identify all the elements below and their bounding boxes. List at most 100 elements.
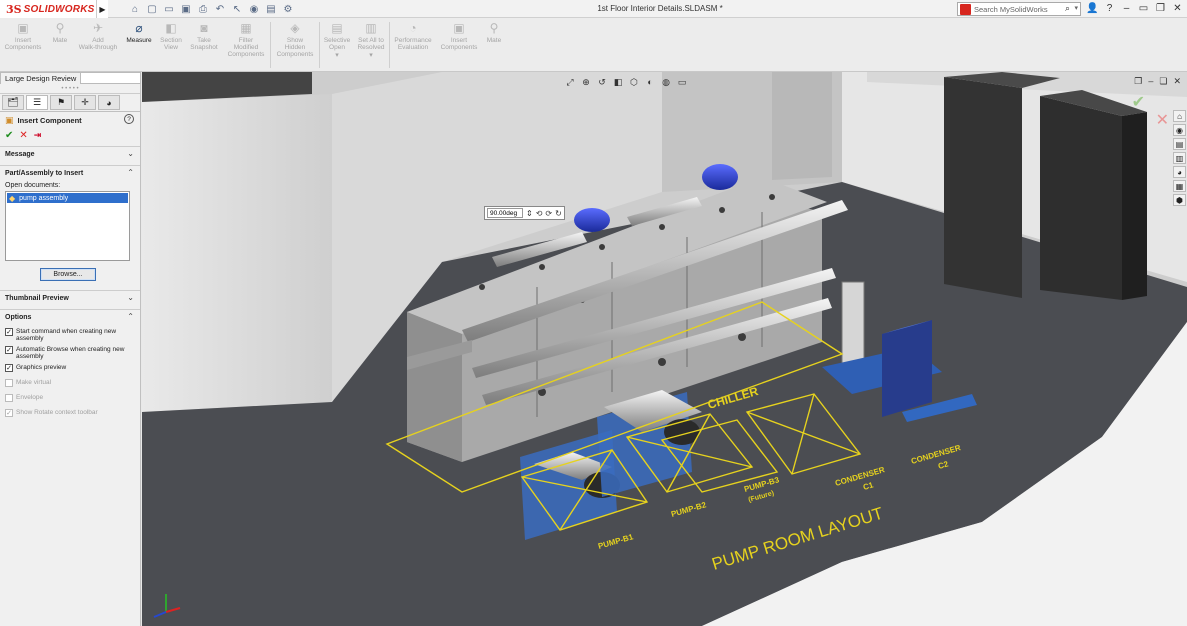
- property-manager-tab-icon[interactable]: ☰: [26, 95, 48, 110]
- rotate-z-icon[interactable]: ↻: [555, 209, 562, 218]
- configuration-manager-tab-icon[interactable]: ⚑: [50, 95, 72, 110]
- file-explorer-tab-icon[interactable]: ▥: [1173, 152, 1186, 164]
- solidworks-logo[interactable]: 3S SOLIDWORKS: [0, 0, 96, 18]
- pushpin-icon[interactable]: ⇥: [34, 130, 42, 141]
- spin-icon[interactable]: ⇕: [526, 209, 533, 218]
- option-make-virtual[interactable]: Make virtual: [0, 379, 140, 387]
- resources-tab-icon[interactable]: ◉: [1173, 124, 1186, 136]
- take-snapshot-button[interactable]: ◙ Take Snapshot: [187, 21, 221, 71]
- section-view-icon[interactable]: ◧: [612, 76, 624, 88]
- previous-view-icon[interactable]: ↺: [596, 76, 608, 88]
- checkbox[interactable]: ✓: [5, 346, 13, 354]
- measure-button[interactable]: ⌀ Measure: [122, 21, 156, 71]
- select-icon[interactable]: ↖: [230, 2, 244, 16]
- chevron-down-icon[interactable]: ▾: [369, 52, 373, 59]
- pin-icon[interactable]: –: [1120, 2, 1133, 15]
- file-props-icon[interactable]: ▤: [264, 2, 278, 16]
- zoom-to-fit-icon[interactable]: ⤢: [564, 76, 576, 88]
- viewport-minimize-icon[interactable]: –: [1148, 76, 1153, 87]
- section-thumbnail[interactable]: Thumbnail Preview ⌄: [0, 290, 140, 305]
- chevron-up-icon[interactable]: ⌃: [127, 312, 134, 321]
- checkbox[interactable]: ✓: [5, 409, 13, 417]
- hide-show-icon[interactable]: ◍: [660, 76, 672, 88]
- new-icon[interactable]: ▢: [145, 2, 159, 16]
- chevron-down-icon[interactable]: ▾: [1074, 4, 1078, 12]
- 3d-content-tab-icon[interactable]: ⬢: [1173, 194, 1186, 206]
- checkbox[interactable]: ✓: [5, 364, 13, 372]
- confirm-cancel-icon[interactable]: ✕: [1156, 110, 1169, 130]
- search-icon[interactable]: ⌕: [1065, 3, 1070, 14]
- save-icon[interactable]: ▣: [179, 2, 193, 16]
- design-library-tab-icon[interactable]: ▤: [1173, 138, 1186, 150]
- appearances-tab-icon[interactable]: ◕: [1173, 166, 1186, 178]
- open-icon[interactable]: ▭: [162, 2, 176, 16]
- option-show-rotate[interactable]: ✓ Show Rotate context toolbar: [0, 409, 140, 417]
- custom-props-tab-icon[interactable]: ▦: [1173, 180, 1186, 192]
- section-view-button[interactable]: ◧ Section View: [156, 21, 186, 71]
- top-pump-2-motor: [702, 164, 738, 190]
- checkbox[interactable]: ✓: [5, 328, 13, 336]
- view-settings-icon[interactable]: ▭: [676, 76, 688, 88]
- set-resolved-button[interactable]: ▥ Set All to Resolved ▾: [354, 21, 388, 71]
- view-orientation-icon[interactable]: ⬡: [628, 76, 640, 88]
- help-icon[interactable]: ?: [124, 114, 134, 124]
- minimize-icon[interactable]: ▭: [1137, 2, 1150, 15]
- selective-open-button[interactable]: ▤ Selective Open ▾: [320, 21, 354, 71]
- menu-expand-arrow-icon[interactable]: ▶: [96, 0, 108, 18]
- undo-icon[interactable]: ↶: [213, 2, 227, 16]
- dimxpert-tab-icon[interactable]: ✛: [74, 95, 96, 110]
- rotate-angle-input[interactable]: [487, 208, 523, 218]
- home-tab-icon[interactable]: ⌂: [1173, 110, 1186, 122]
- feature-manager-tab-icon[interactable]: 🗂: [2, 95, 24, 110]
- checkbox[interactable]: [5, 379, 13, 387]
- mate-button-2[interactable]: ⚲ Mate: [480, 21, 508, 71]
- options-icon[interactable]: ⚙: [281, 2, 295, 16]
- cancel-x-icon[interactable]: ✕: [19, 130, 27, 141]
- filter-modified-button[interactable]: ▦ Filter Modified Components: [224, 21, 268, 71]
- help-icon[interactable]: ?: [1103, 2, 1116, 15]
- performance-evaluation-button[interactable]: ◔ Performance Evaluation: [390, 21, 436, 71]
- list-item[interactable]: ◆ pump assembly: [7, 193, 128, 203]
- rebuild-icon[interactable]: ◉: [247, 2, 261, 16]
- insert-components-button-2[interactable]: ▣ Insert Components: [438, 21, 480, 71]
- checkbox[interactable]: [5, 394, 13, 402]
- open-documents-list[interactable]: ◆ pump assembly: [5, 191, 130, 261]
- chevron-down-icon[interactable]: ⌄: [127, 149, 134, 158]
- option-envelope[interactable]: Envelope: [0, 394, 140, 402]
- mate-button[interactable]: ⚲ Mate: [46, 21, 74, 71]
- search-input[interactable]: Search MySolidWorks ⌕ ▾: [957, 2, 1081, 16]
- section-message[interactable]: Message ⌄: [0, 146, 140, 161]
- display-manager-tab-icon[interactable]: ◕: [98, 95, 120, 110]
- viewport-tile-icon[interactable]: ❏: [1159, 76, 1167, 87]
- confirm-ok-icon[interactable]: ✔: [1132, 92, 1145, 112]
- viewport-restore-icon[interactable]: ❐: [1134, 76, 1142, 87]
- rotate-y-icon[interactable]: ⟳: [545, 209, 552, 218]
- close-icon[interactable]: ✕: [1171, 2, 1184, 15]
- option-start-command[interactable]: ✓ Start command when creating new assemb…: [0, 328, 140, 342]
- add-walkthrough-button[interactable]: ✈ Add Walk-through: [76, 21, 120, 71]
- section-options[interactable]: Options ⌃: [0, 309, 140, 324]
- option-graphics-preview[interactable]: ✓ Graphics preview: [0, 364, 140, 372]
- section-part-assembly[interactable]: Part/Assembly to Insert ⌃: [0, 165, 140, 180]
- tab-large-design-review[interactable]: Large Design Review: [0, 72, 82, 84]
- tab-blank[interactable]: [80, 72, 141, 84]
- graphics-area[interactable]: CHILLER PUMP-B1 PUMP-B2 PUMP-B3 (Future)…: [142, 72, 1187, 626]
- insert-components-button[interactable]: ▣ Insert Components: [4, 21, 42, 71]
- ok-check-icon[interactable]: ✔: [5, 130, 13, 141]
- user-icon[interactable]: 👤: [1086, 2, 1099, 15]
- print-icon[interactable]: ⎙: [196, 2, 210, 16]
- show-hidden-button[interactable]: ◈ Show Hidden Components: [272, 21, 318, 71]
- chevron-down-icon[interactable]: ⌄: [127, 293, 134, 302]
- zoom-area-icon[interactable]: ⊕: [580, 76, 592, 88]
- panel-splitter[interactable]: • • • • •: [0, 84, 140, 94]
- restore-icon[interactable]: ❐: [1154, 2, 1167, 15]
- viewport-close-icon[interactable]: ✕: [1173, 76, 1181, 87]
- chevron-down-icon[interactable]: ▾: [335, 52, 339, 59]
- rotate-x-icon[interactable]: ⟲: [536, 209, 543, 218]
- option-auto-browse[interactable]: ✓ Automatic Browse when creating new ass…: [0, 346, 140, 360]
- browse-button[interactable]: Browse...: [40, 268, 96, 281]
- home-icon[interactable]: ⌂: [128, 2, 142, 16]
- section-title: Message: [5, 150, 35, 158]
- display-style-icon[interactable]: ◐: [644, 76, 656, 88]
- chevron-up-icon[interactable]: ⌃: [127, 168, 134, 177]
